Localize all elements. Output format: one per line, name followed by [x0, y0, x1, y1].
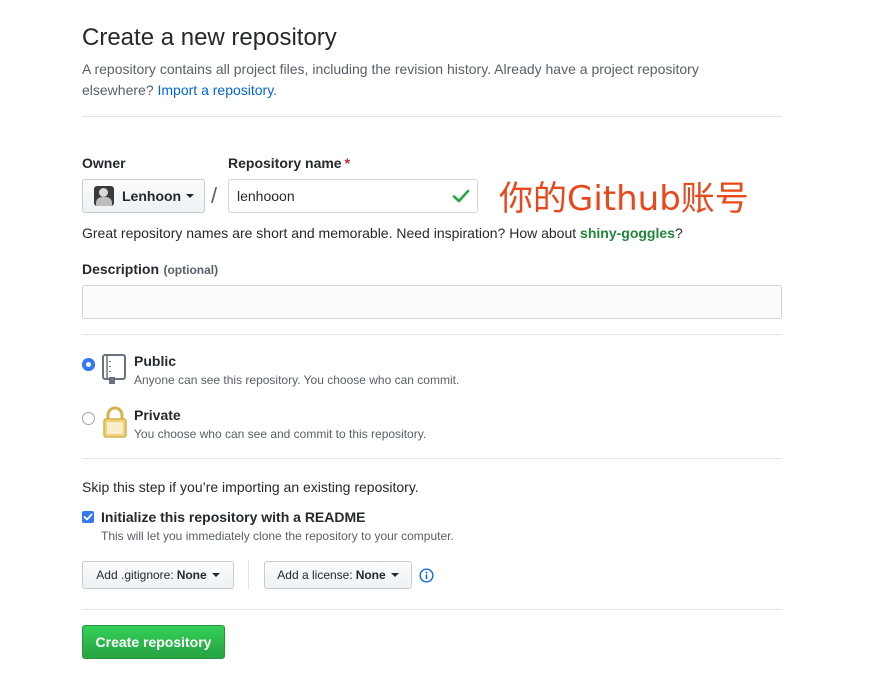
- hint-text: Great repository names are short and mem…: [82, 225, 581, 241]
- skip-step-text: Skip this step if you’re importing an ex…: [82, 479, 419, 495]
- description-optional: (optional): [163, 263, 219, 277]
- create-repository-button[interactable]: Create repository: [82, 625, 225, 659]
- readme-description: This will let you immediately clone the …: [101, 529, 454, 543]
- public-description: Anyone can see this repository. You choo…: [134, 373, 460, 387]
- description-label: Description (optional): [82, 261, 218, 279]
- caret-down-icon: [390, 573, 399, 577]
- private-description: You choose who can see and commit to thi…: [134, 427, 427, 441]
- divider: [82, 609, 782, 610]
- repo-name-label: Repository name *: [228, 155, 350, 171]
- subtitle-period: .: [273, 82, 278, 98]
- hint-end: ?: [674, 225, 683, 241]
- button-separator: [248, 560, 249, 590]
- description-label-text: Description: [82, 261, 160, 277]
- owner-repo-separator: /: [211, 183, 218, 208]
- import-repository-link[interactable]: Import a repository: [158, 82, 274, 98]
- name-suggestion[interactable]: shiny-goggles: [580, 225, 675, 241]
- page-title: Create a new repository: [82, 24, 337, 51]
- license-select-button[interactable]: Add a license: None: [264, 561, 412, 589]
- public-title: Public: [134, 353, 177, 369]
- gitignore-label: Add .gitignore:: [96, 568, 174, 582]
- readme-checkbox[interactable]: [82, 511, 94, 523]
- repository-name-input[interactable]: [228, 179, 478, 213]
- description-input[interactable]: [82, 285, 782, 319]
- repo-name-label-text: Repository name: [228, 155, 342, 171]
- gitignore-value: None: [176, 568, 207, 582]
- lock-icon: [103, 406, 127, 438]
- private-radio[interactable]: [82, 412, 95, 425]
- required-mark: *: [344, 155, 351, 171]
- private-title: Private: [134, 407, 181, 423]
- book-icon: [102, 354, 126, 384]
- owner-name: Lenhoon: [122, 188, 182, 204]
- readme-label[interactable]: Initialize this repository with a README: [101, 509, 365, 525]
- license-value: None: [355, 568, 386, 582]
- gitignore-select-button[interactable]: Add .gitignore: None: [82, 561, 234, 589]
- annotation-text: 你的Github账号: [499, 179, 749, 219]
- owner-label: Owner: [82, 155, 126, 171]
- divider: [82, 116, 782, 117]
- divider: [82, 334, 782, 335]
- divider: [82, 458, 782, 459]
- repo-name-hint: Great repository names are short and mem…: [82, 225, 683, 241]
- page-subtitle: A repository contains all project files,…: [82, 59, 762, 101]
- caret-down-icon: [211, 573, 220, 577]
- license-label: Add a license:: [277, 568, 353, 582]
- avatar: [94, 186, 114, 206]
- public-radio[interactable]: [82, 358, 95, 371]
- check-icon: [452, 189, 470, 203]
- checkmark-icon: [83, 513, 93, 521]
- info-icon[interactable]: [419, 568, 434, 583]
- owner-select-button[interactable]: Lenhoon: [82, 179, 205, 213]
- caret-down-icon: [186, 194, 195, 198]
